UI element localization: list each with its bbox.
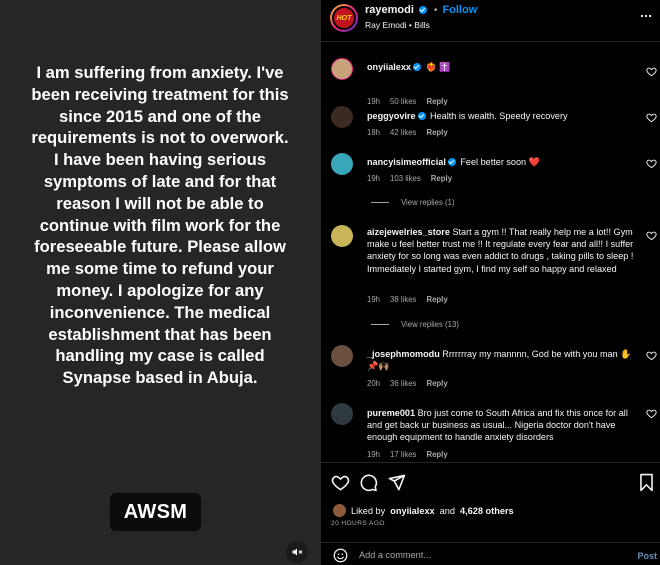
- liker-avatar[interactable]: [333, 504, 346, 517]
- post-actions: Liked by onyiialexx and 4,628 others 20 …: [321, 462, 660, 542]
- liked-by-and: and: [439, 505, 456, 516]
- post-button[interactable]: Post: [637, 551, 657, 561]
- comment-meta: 20h 36 likes Reply: [367, 379, 448, 388]
- comment-username[interactable]: nancyisimeofficial: [367, 157, 446, 167]
- reply-button[interactable]: Reply: [426, 97, 447, 106]
- comment-username[interactable]: _josephmomodu: [367, 349, 440, 359]
- comment-likes[interactable]: 103 likes: [390, 174, 421, 183]
- comment-text: pureme001 Bro just come to South Africa …: [367, 407, 639, 444]
- heart-icon[interactable]: [331, 473, 350, 492]
- commenter-avatar[interactable]: [331, 403, 353, 425]
- commenter-avatar[interactable]: [331, 106, 353, 128]
- comment-username[interactable]: peggyovire: [367, 111, 416, 121]
- comment-input[interactable]: [359, 548, 599, 562]
- comment-text: aizejewelries_store Start a gym !! That …: [367, 226, 639, 275]
- comment-time: 19h: [367, 174, 381, 183]
- divider-line: [371, 324, 389, 325]
- reply-button[interactable]: Reply: [426, 128, 447, 137]
- speaker-muted-icon: [292, 548, 303, 556]
- heart-icon[interactable]: [646, 408, 657, 419]
- comment-meta: 19h 17 likes Reply: [367, 450, 448, 459]
- comment-icon[interactable]: [359, 473, 378, 492]
- heart-icon[interactable]: [646, 230, 657, 241]
- post-statement-text: I am suffering from anxiety. I've been r…: [31, 63, 289, 388]
- post-media[interactable]: I am suffering from anxiety. I've been r…: [0, 0, 320, 565]
- post-side-panel: HOT rayemodi • Follow Ray Emodi • Bills …: [320, 0, 660, 565]
- divider-line: [371, 202, 389, 203]
- verified-badge-icon: [447, 158, 456, 166]
- bookmark-icon[interactable]: [638, 473, 655, 492]
- view-replies-button[interactable]: View replies (1): [371, 198, 455, 207]
- comment-text: onyiialexx ❤️‍🔥 ✝️: [367, 61, 639, 73]
- verified-badge-icon: [418, 6, 427, 14]
- mute-button[interactable]: [286, 541, 308, 563]
- comment-text: peggyovire Health is wealth. Speedy reco…: [367, 110, 639, 122]
- comment-meta: 19h 103 likes Reply: [367, 174, 452, 183]
- comment-time: 20h: [367, 379, 381, 388]
- heart-icon[interactable]: [646, 350, 657, 361]
- author-name-row: rayemodi • Follow: [365, 4, 477, 16]
- comment-meta: 18h 42 likes Reply: [367, 128, 448, 137]
- commenter-avatar[interactable]: [331, 58, 353, 80]
- author-username[interactable]: rayemodi: [365, 4, 414, 16]
- comment-likes[interactable]: 17 likes: [390, 450, 416, 459]
- follow-button[interactable]: Follow: [442, 4, 477, 16]
- comment-time: 19h: [367, 450, 381, 459]
- smiley-icon[interactable]: [333, 548, 348, 563]
- comment-likes[interactable]: 36 likes: [390, 379, 416, 388]
- comment-content: ❤️‍🔥 ✝️: [425, 62, 451, 72]
- comment-content: Health is wealth. Speedy recovery: [430, 111, 568, 121]
- post-header: HOT rayemodi • Follow Ray Emodi • Bills: [321, 0, 660, 42]
- view-replies-label: View replies (13): [401, 320, 459, 329]
- verified-badge-icon: [412, 63, 421, 71]
- comments-list[interactable]: onyiialexx ❤️‍🔥 ✝️ 19h 50 likes Reply pe…: [321, 42, 660, 462]
- view-replies-button[interactable]: View replies (13): [371, 320, 459, 329]
- heart-icon[interactable]: [646, 158, 657, 169]
- comment-meta: 19h 50 likes Reply: [367, 97, 448, 106]
- post-time[interactable]: 20 HOURS AGO: [331, 520, 385, 527]
- comment-likes[interactable]: 42 likes: [390, 128, 416, 137]
- heart-icon[interactable]: [646, 112, 657, 123]
- liked-by-others[interactable]: 4,628 others: [460, 506, 514, 516]
- liked-by-prefix: Liked by: [351, 505, 386, 516]
- verified-badge-icon: [417, 112, 426, 120]
- heart-icon[interactable]: [646, 66, 657, 77]
- reply-button[interactable]: Reply: [426, 379, 447, 388]
- comment-meta: 19h 38 likes Reply: [367, 295, 448, 304]
- liked-by-summary: Liked by onyiialexx and 4,628 others: [333, 504, 514, 517]
- commenter-avatar[interactable]: [331, 225, 353, 247]
- comment-likes[interactable]: 38 likes: [390, 295, 416, 304]
- liked-by-user[interactable]: onyiialexx: [390, 506, 434, 516]
- comment-time: 19h: [367, 295, 381, 304]
- comment-content: Feel better soon ❤️: [460, 157, 540, 167]
- more-options-icon[interactable]: [639, 9, 653, 23]
- separator-dot: •: [433, 4, 438, 16]
- comment-likes[interactable]: 50 likes: [390, 97, 416, 106]
- comment-time: 19h: [367, 97, 381, 106]
- comment-username[interactable]: onyiialexx: [367, 62, 411, 72]
- awsm-badge: AWSM: [110, 493, 201, 531]
- view-replies-label: View replies (1): [401, 198, 455, 207]
- reply-button[interactable]: Reply: [426, 450, 447, 459]
- comment-text: _josephmomodu Rrrrrrray my mannnn, God b…: [367, 348, 639, 372]
- post-subtitle[interactable]: Ray Emodi • Bills: [365, 20, 430, 30]
- comment-text: nancyisimeofficial Feel better soon ❤️: [367, 156, 639, 168]
- comment-time: 18h: [367, 128, 381, 137]
- add-comment-bar: Post: [321, 542, 660, 565]
- comment-username[interactable]: pureme001: [367, 408, 415, 418]
- reply-button[interactable]: Reply: [431, 174, 452, 183]
- commenter-avatar[interactable]: [331, 345, 353, 367]
- comment-username[interactable]: aizejewelries_store: [367, 227, 450, 237]
- author-avatar[interactable]: HOT: [330, 4, 358, 32]
- reply-button[interactable]: Reply: [426, 295, 447, 304]
- share-icon[interactable]: [387, 473, 406, 492]
- commenter-avatar[interactable]: [331, 153, 353, 175]
